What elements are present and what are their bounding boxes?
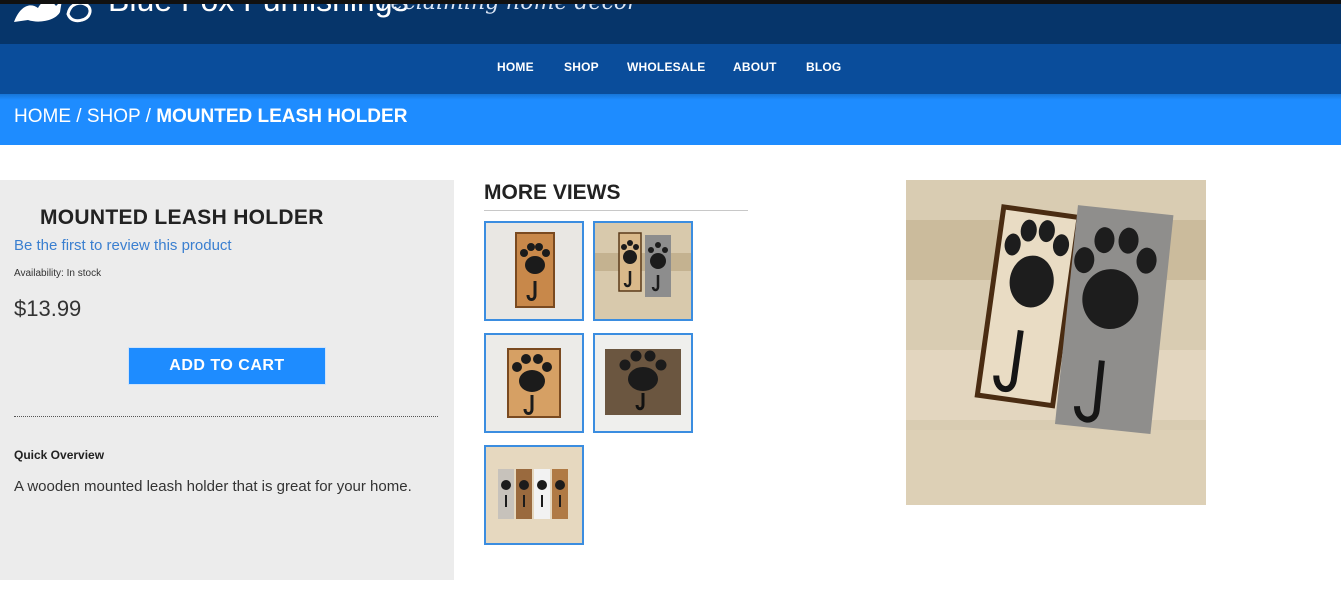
- fox-logo-icon[interactable]: [10, 4, 95, 24]
- paw-photo-icon: [486, 223, 582, 319]
- nav-item-wholesale[interactable]: WHOLESALE: [627, 60, 705, 74]
- divider: [14, 416, 438, 417]
- site-header: Blue Fox Furnishings reclaiming home dec…: [0, 4, 1341, 44]
- nav-item-about[interactable]: ABOUT: [733, 60, 777, 74]
- paw-photo-icon: [595, 223, 691, 319]
- brand-name[interactable]: Blue Fox Furnishings: [108, 4, 409, 19]
- main-product-image[interactable]: [906, 180, 1206, 505]
- breadcrumb-separator: /: [140, 106, 157, 127]
- availability-status: Availability: In stock: [14, 268, 102, 279]
- breadcrumb-shop[interactable]: SHOP: [87, 106, 141, 127]
- nav-item-home[interactable]: HOME: [497, 60, 534, 74]
- paw-photo-icon: [486, 447, 582, 543]
- thumbnail-3[interactable]: [484, 333, 584, 433]
- breadcrumb-separator: /: [71, 106, 87, 127]
- thumbnail-2[interactable]: [593, 221, 693, 321]
- more-views-title: MORE VIEWS: [484, 181, 621, 204]
- nav-item-blog[interactable]: BLOG: [806, 60, 841, 74]
- paw-photo-icon: [906, 180, 1206, 505]
- product-price: $13.99: [14, 296, 82, 321]
- paw-photo-icon: [595, 335, 691, 431]
- quick-overview-title: Quick Overview: [14, 448, 105, 462]
- thumbnail-5[interactable]: [484, 445, 584, 545]
- breadcrumb-current: MOUNTED LEASH HOLDER: [156, 106, 408, 127]
- add-to-cart-button[interactable]: ADD TO CART: [128, 347, 326, 385]
- breadcrumb: HOME / SHOP / MOUNTED LEASH HOLDER: [0, 94, 1341, 145]
- main-nav: HOME SHOP WHOLESALE ABOUT BLOG: [0, 44, 1341, 94]
- product-title: MOUNTED LEASH HOLDER: [40, 206, 324, 229]
- brand-tagline: reclaiming home decor: [380, 4, 638, 15]
- product-page: Blue Fox Furnishings reclaiming home dec…: [0, 0, 1341, 600]
- thumbnail-4[interactable]: [593, 333, 693, 433]
- breadcrumb-home[interactable]: HOME: [14, 106, 71, 127]
- more-views-divider: [484, 210, 748, 211]
- paw-photo-icon: [486, 335, 582, 431]
- quick-overview-text: A wooden mounted leash holder that is gr…: [14, 478, 412, 495]
- review-link[interactable]: Be the first to review this product: [14, 237, 232, 254]
- nav-item-shop[interactable]: SHOP: [564, 60, 599, 74]
- product-info-panel: MOUNTED LEASH HOLDER Be the first to rev…: [0, 180, 454, 580]
- thumbnail-1[interactable]: [484, 221, 584, 321]
